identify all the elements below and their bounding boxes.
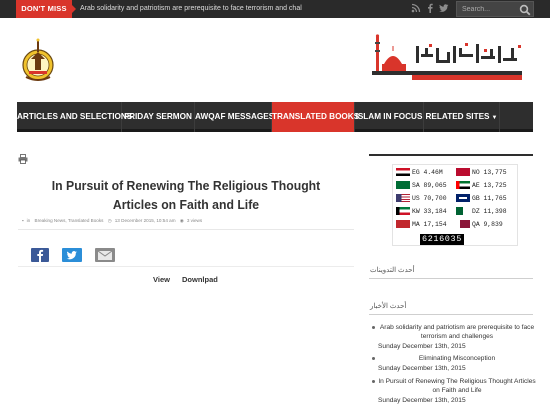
dont-miss-label: DON'T MISS xyxy=(16,0,72,18)
recent-post-date: Sunday December 13th, 2015 xyxy=(378,365,466,372)
latest-news-heading: أحدث الأخبار xyxy=(370,303,407,310)
post-title: In Pursuit of Renewing The Religious Tho… xyxy=(51,178,321,212)
visitor-counter: 6216035 xyxy=(420,234,464,245)
uk-flag-icon xyxy=(456,194,470,203)
ministry-emblem-logo[interactable] xyxy=(20,37,56,83)
norway-flag-icon xyxy=(456,168,470,177)
print-icon[interactable] xyxy=(18,151,28,164)
post-meta: ▪ in Breaking News, Translated Books ◷ 13 … xyxy=(22,218,205,226)
flag-entry: AE 13,725 xyxy=(456,181,507,191)
recent-post-date: Sunday December 13th, 2015 xyxy=(378,343,466,350)
facebook-icon[interactable] xyxy=(424,3,436,15)
tab-download[interactable]: Downlpad xyxy=(182,275,218,284)
awqaf-logo[interactable] xyxy=(372,34,532,84)
search-box xyxy=(456,1,534,17)
facebook-share-icon[interactable] xyxy=(31,248,49,262)
search-input[interactable] xyxy=(459,3,515,15)
eye-icon: ◉ xyxy=(179,218,184,223)
flag-entry: US 70,700 xyxy=(396,194,447,204)
flag-entry: NO 13,775 xyxy=(456,168,507,178)
post-categories[interactable]: Breaking News, Translated Books xyxy=(35,218,104,223)
flag-entry: KW 33,184 xyxy=(396,207,447,217)
recent-post-title[interactable]: In Pursuit of Renewing The Religious Tho… xyxy=(378,377,536,395)
flag-entry: DZ 11,398 xyxy=(456,207,507,217)
kuwait-flag-icon xyxy=(396,207,410,216)
twitter-icon[interactable] xyxy=(438,3,450,15)
morocco-flag-icon xyxy=(396,220,410,229)
chevron-down-icon: ▼ xyxy=(491,115,498,121)
nav-item-awqaf-messages[interactable]: AWQAF MESSAGES xyxy=(195,102,274,132)
nav-item-islam-in-focus[interactable]: ISLAM IN FOCUS xyxy=(355,102,424,132)
flag-entry: MA 17,154 xyxy=(396,220,447,230)
flag-entry: QA 9,839 xyxy=(456,220,503,230)
latest-blogs-heading: أحدث التدوينات xyxy=(370,267,415,274)
top-bar: DON'T MISS Arab solidarity and patriotis… xyxy=(0,0,550,18)
twitter-share-icon[interactable] xyxy=(62,248,82,262)
usa-flag-icon xyxy=(396,194,410,203)
flag-entry: SA 89,065 xyxy=(396,181,447,191)
flag-counter-widget[interactable]: EG 4.46M NO 13,775 SA 89,065 AE 13,725 U… xyxy=(392,164,518,246)
breaking-news-ticker[interactable]: Arab solidarity and patriotism are prere… xyxy=(80,0,302,18)
dont-miss-arrow xyxy=(72,5,76,13)
search-icon[interactable] xyxy=(519,3,532,16)
email-share-icon[interactable] xyxy=(95,248,115,262)
post-date: 13 December 2015, 10:54 am xyxy=(114,218,176,223)
folder-icon: ▪ xyxy=(22,218,24,223)
list-bullet xyxy=(372,357,375,360)
uae-flag-icon xyxy=(456,181,470,190)
list-bullet xyxy=(372,380,375,383)
share-divider xyxy=(18,266,354,267)
nav-item-friday-sermon[interactable]: FRIDAY SERMON xyxy=(122,102,195,132)
nav-item-related-sites[interactable]: RELATED SITES ▼ xyxy=(424,102,500,132)
flag-entry: EG 4.46M xyxy=(396,168,443,178)
nav-item-articles-and-selections[interactable]: ARTICLES AND SELECTIONS xyxy=(17,102,132,132)
tab-view[interactable]: View xyxy=(153,275,170,284)
sidebar-top-rule xyxy=(369,154,533,156)
flag-entry: GB 11,765 xyxy=(456,194,507,204)
recent-post-date: Sunday December 13th, 2015 xyxy=(378,397,466,404)
qatar-flag-icon xyxy=(456,220,470,229)
meta-divider xyxy=(18,229,354,230)
list-bullet xyxy=(372,326,375,329)
post-category-prefix: in xyxy=(26,218,32,223)
sidebar-divider xyxy=(369,314,533,315)
sidebar-divider xyxy=(369,278,533,279)
post-views: 3 views xyxy=(186,218,203,223)
clock-icon: ◷ xyxy=(107,218,112,223)
recent-post-title[interactable]: Arab solidarity and patriotism are prere… xyxy=(378,323,536,341)
rss-icon[interactable] xyxy=(410,3,422,15)
main-navigation: ARTICLES AND SELECTIONS FRIDAY SERMON AW… xyxy=(17,102,533,132)
saudi-flag-icon xyxy=(396,181,410,190)
algeria-flag-icon xyxy=(456,207,470,216)
nav-item-translated-books[interactable]: TRANSLATED BOOKS xyxy=(272,102,359,132)
recent-post-title[interactable]: Eliminating Misconception xyxy=(378,354,536,363)
egypt-flag-icon xyxy=(396,168,410,177)
